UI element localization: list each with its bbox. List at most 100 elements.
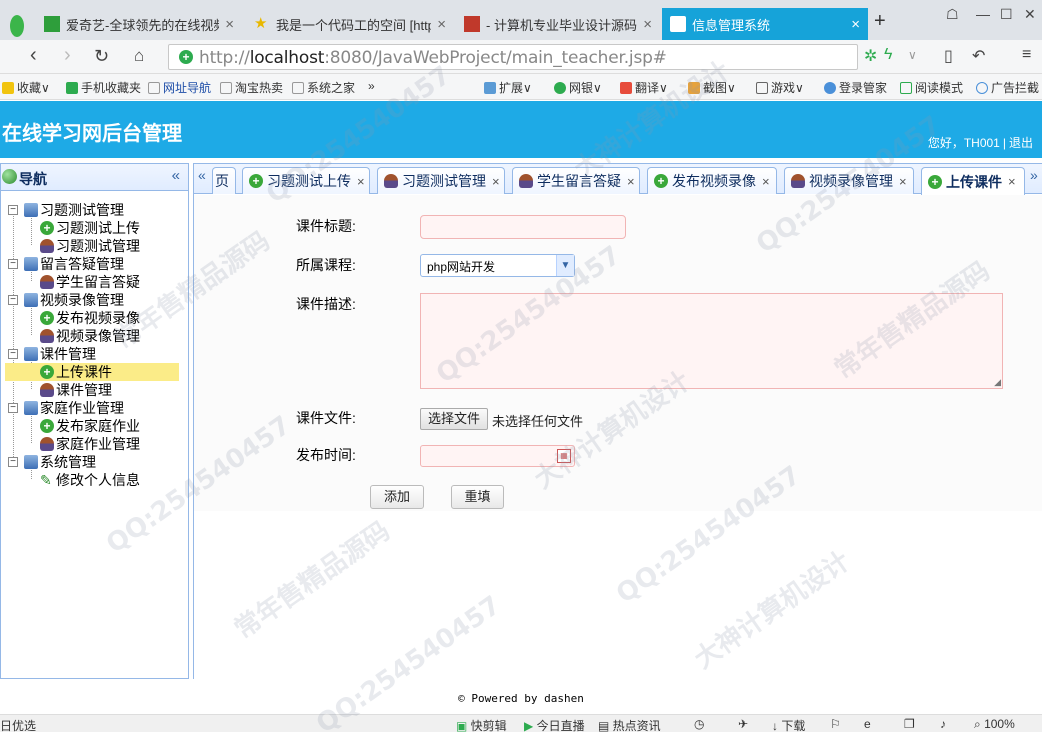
nav-item-manage-video[interactable]: 视频录像管理 bbox=[1, 327, 187, 345]
minimize-button[interactable]: — bbox=[976, 6, 990, 22]
tab-partial[interactable]: 页 bbox=[212, 167, 236, 194]
collapse-toggle-icon[interactable]: − bbox=[8, 295, 18, 305]
lightning-icon[interactable]: ϟ bbox=[884, 46, 892, 64]
chevron-down-icon[interactable]: ∨ bbox=[908, 48, 917, 62]
flag-icon[interactable]: ⚐ bbox=[830, 717, 841, 731]
nav-item-upload-courseware[interactable]: + 上传课件 bbox=[5, 363, 179, 381]
resize-handle-icon[interactable]: ◢ bbox=[994, 377, 1001, 388]
collapse-toggle-icon[interactable]: − bbox=[8, 349, 18, 359]
tab-upload-courseware[interactable]: + 上传课件 × bbox=[921, 167, 1025, 195]
new-tab-button[interactable]: + bbox=[874, 10, 886, 33]
bookmark-more[interactable]: » bbox=[368, 79, 375, 93]
login-manager[interactable]: 登录管家 bbox=[824, 79, 887, 96]
calendar-icon[interactable]: ▦ bbox=[557, 449, 571, 463]
zoom-level[interactable]: ⌕ 100% bbox=[974, 717, 1015, 732]
tab-exercise-manage[interactable]: 习题测试管理 × bbox=[377, 167, 505, 194]
bookmark-favorites[interactable]: 收藏 ∨ bbox=[2, 79, 50, 96]
close-icon[interactable]: × bbox=[762, 174, 770, 189]
close-icon[interactable]: × bbox=[437, 16, 446, 33]
tab-publish-video[interactable]: + 发布视频录像 × bbox=[647, 167, 777, 194]
status-news[interactable]: ▤ 热点资讯 bbox=[598, 717, 661, 732]
collapse-toggle-icon[interactable]: − bbox=[8, 259, 18, 269]
refresh-icon[interactable]: ↻ bbox=[94, 46, 109, 67]
collapse-toggle-icon[interactable]: − bbox=[8, 403, 18, 413]
nav-group-homework[interactable]: − 家庭作业管理 bbox=[1, 399, 187, 417]
clock-icon[interactable]: ◷ bbox=[694, 717, 704, 731]
bookmark-taobao[interactable]: 淘宝热卖 bbox=[220, 79, 283, 96]
bookmark-mobile[interactable]: 手机收藏夹 bbox=[66, 79, 141, 96]
home-icon[interactable]: ⌂ bbox=[134, 46, 144, 66]
browser-tab-4[interactable]: 信息管理系统 × bbox=[662, 8, 868, 40]
nav-group-system[interactable]: − 系统管理 bbox=[1, 453, 187, 471]
close-icon[interactable]: × bbox=[851, 16, 860, 33]
courseware-title-input[interactable] bbox=[420, 215, 626, 239]
volume-icon[interactable]: ♪ bbox=[940, 717, 946, 731]
copy-icon[interactable]: ❐ bbox=[904, 717, 915, 731]
nav-group-exercises[interactable]: − 习题测试管理 bbox=[1, 201, 187, 219]
close-icon[interactable]: × bbox=[1008, 174, 1016, 189]
logout-link[interactable]: 退出 bbox=[1009, 136, 1033, 150]
browser-tab-1[interactable]: 爱奇艺-全球领先的在线视频 × bbox=[36, 8, 242, 40]
back-icon[interactable]: ‹ bbox=[30, 44, 37, 67]
nav-item-student-messages[interactable]: 学生留言答疑 bbox=[1, 273, 187, 291]
nav-item-edit-profile[interactable]: ✎ 修改个人信息 bbox=[1, 471, 187, 489]
tabs-scroll-left[interactable]: « bbox=[198, 167, 212, 194]
browser-tab-2[interactable]: ★ 我是一个代码工的空间 [http × bbox=[246, 8, 454, 40]
forward-icon[interactable]: › bbox=[64, 44, 71, 67]
close-icon[interactable]: × bbox=[225, 16, 234, 33]
bookmark-system[interactable]: 系统之家 bbox=[292, 79, 355, 96]
url-field[interactable]: + http://localhost:8080/JavaWebProject/m… bbox=[168, 44, 858, 70]
close-icon[interactable]: × bbox=[899, 174, 907, 189]
undo-icon[interactable]: ↶ bbox=[972, 46, 985, 66]
edge-icon[interactable]: e bbox=[864, 717, 871, 731]
tab-exercise-upload[interactable]: + 习题测试上传 × bbox=[242, 167, 370, 194]
nav-item-publish-video[interactable]: + 发布视频录像 bbox=[1, 309, 187, 327]
reset-button[interactable]: 重填 bbox=[451, 485, 504, 509]
nav-group-courseware[interactable]: − 课件管理 bbox=[1, 345, 187, 363]
nav-item-publish-homework[interactable]: + 发布家庭作业 bbox=[1, 417, 187, 435]
status-quick-edit[interactable]: ▣ 快剪辑 bbox=[456, 717, 507, 732]
sync-icon[interactable]: ✲ bbox=[864, 46, 877, 66]
bookmark-nav[interactable]: 网址导航 bbox=[148, 79, 211, 96]
nav-item-exercise-manage[interactable]: 习题测试管理 bbox=[1, 237, 187, 255]
status-daily-picks[interactable]: 日优选 bbox=[0, 717, 36, 732]
skin-icon[interactable]: ☖ bbox=[946, 6, 959, 23]
status-live[interactable]: ▶ 今日直播 bbox=[524, 717, 585, 732]
close-icon[interactable]: × bbox=[627, 174, 635, 189]
bank-menu[interactable]: 网银 ∨ bbox=[554, 79, 602, 96]
maximize-button[interactable]: ☐ bbox=[1000, 6, 1013, 23]
nav-item-manage-homework[interactable]: 家庭作业管理 bbox=[1, 435, 187, 453]
choose-file-button[interactable]: 选择文件 bbox=[420, 408, 488, 430]
reading-mode[interactable]: 阅读模式 bbox=[900, 79, 963, 96]
tab-student-messages[interactable]: 学生留言答疑 × bbox=[512, 167, 640, 194]
nav-item-exercise-upload[interactable]: + 习题测试上传 bbox=[1, 219, 187, 237]
tab-manage-video[interactable]: 视频录像管理 × bbox=[784, 167, 914, 194]
ad-block[interactable]: 广告拦截 bbox=[976, 79, 1039, 96]
star-icon: ★ bbox=[254, 15, 268, 32]
close-icon[interactable]: × bbox=[357, 174, 365, 189]
browser-tab-3[interactable]: - 计算机专业毕业设计源码 × bbox=[456, 8, 660, 40]
menu-icon[interactable]: ≡ bbox=[1022, 46, 1031, 64]
courseware-description-textarea[interactable]: ◢ bbox=[420, 293, 1003, 389]
extensions-menu[interactable]: 扩展 ∨ bbox=[484, 79, 532, 96]
close-window-button[interactable]: ✕ bbox=[1024, 6, 1036, 23]
nav-item-manage-courseware[interactable]: 课件管理 bbox=[1, 381, 187, 399]
publish-time-input[interactable]: ▦ bbox=[420, 445, 575, 467]
pin-icon[interactable]: ✈ bbox=[738, 717, 748, 731]
phone-icon[interactable]: ▯ bbox=[944, 46, 953, 66]
games-menu[interactable]: 游戏 ∨ bbox=[756, 79, 804, 96]
nav-group-videos[interactable]: − 视频录像管理 bbox=[1, 291, 187, 309]
close-icon[interactable]: × bbox=[643, 16, 652, 33]
status-download[interactable]: ↓ 下载 bbox=[772, 717, 805, 732]
add-button[interactable]: 添加 bbox=[370, 485, 424, 509]
collapse-toggle-icon[interactable]: − bbox=[8, 205, 18, 215]
nav-group-messages[interactable]: − 留言答疑管理 bbox=[1, 255, 187, 273]
chevron-down-icon[interactable]: ▼ bbox=[556, 255, 574, 276]
course-select[interactable]: php网站开发 ▼ bbox=[420, 254, 575, 277]
collapse-toggle-icon[interactable]: − bbox=[8, 457, 18, 467]
translate-menu[interactable]: 翻译 ∨ bbox=[620, 79, 668, 96]
tabs-scroll-right[interactable]: » bbox=[1030, 167, 1042, 194]
close-icon[interactable]: × bbox=[492, 174, 500, 189]
collapse-nav-button[interactable]: « bbox=[172, 167, 180, 184]
screenshot-menu[interactable]: 截图 ∨ bbox=[688, 79, 736, 96]
